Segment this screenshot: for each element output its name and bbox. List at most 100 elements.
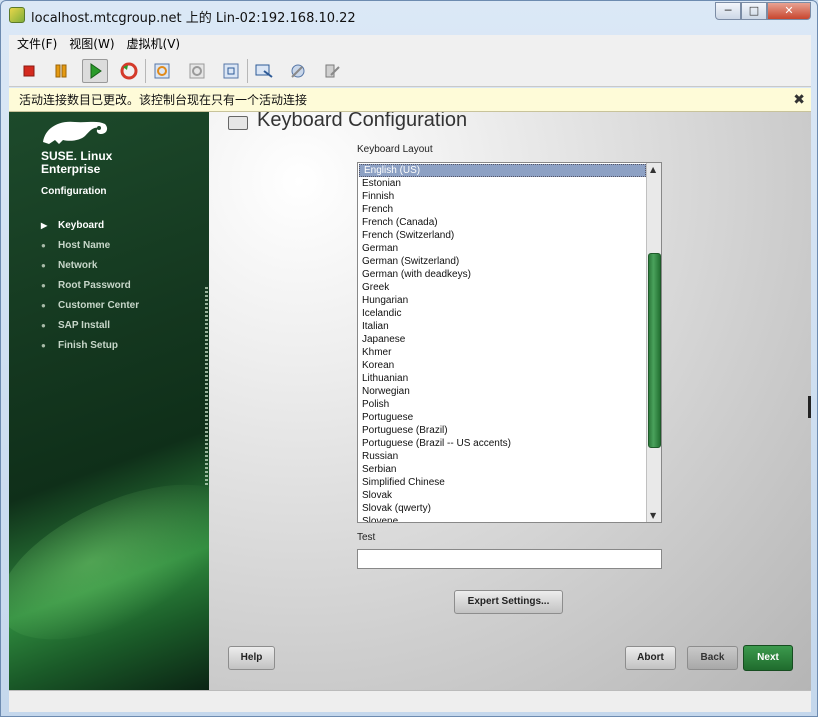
installer-sidebar: SUSE. Linux Enterprise Configuration ▶ Ke… xyxy=(9,112,263,690)
scroll-thumb[interactable] xyxy=(648,253,661,448)
step-bullet-icon: ● xyxy=(41,301,46,310)
layout-option[interactable]: Icelandic xyxy=(358,307,647,320)
layout-option[interactable]: Polish xyxy=(358,398,647,411)
layout-option[interactable]: Hungarian xyxy=(358,294,647,307)
close-button[interactable]: ✕ xyxy=(767,2,811,20)
step-label: Network xyxy=(58,260,98,271)
infobar-message: 活动连接数目已更改。该控制台现在只有一个活动连接 xyxy=(19,93,308,107)
abort-button[interactable]: Abort xyxy=(625,646,676,670)
pause-icon[interactable] xyxy=(51,61,71,81)
vsphere-app-icon xyxy=(9,7,25,23)
layout-option[interactable]: Estonian xyxy=(358,177,647,190)
vm-console-window: localhost.mtcgroup.net 上的 Lin-02:192.168… xyxy=(0,0,818,717)
expert-settings-button[interactable]: Expert Settings... xyxy=(454,590,563,614)
layout-option[interactable]: Korean xyxy=(358,359,647,372)
connection-infobar: 活动连接数目已更改。该控制台现在只有一个活动连接 ✖ xyxy=(9,88,811,112)
step-label: Customer Center xyxy=(58,300,140,311)
snapshot-revert-icon[interactable] xyxy=(187,61,207,81)
back-button[interactable]: Back xyxy=(687,646,738,670)
scroll-down-icon[interactable]: ▼ xyxy=(650,511,656,520)
menu-file[interactable]: 文件(F) xyxy=(17,35,57,55)
layout-option[interactable]: German (Switzerland) xyxy=(358,255,647,268)
layout-option[interactable]: English (US) xyxy=(359,164,646,177)
suse-chameleon-logo xyxy=(43,121,108,144)
suse-brand: SUSE. Linux Enterprise xyxy=(41,150,112,176)
menu-view[interactable]: 视图(W) xyxy=(69,35,114,55)
layout-option[interactable]: Japanese xyxy=(358,333,647,346)
next-button[interactable]: Next xyxy=(743,645,793,671)
layout-option[interactable]: Finnish xyxy=(358,190,647,203)
minimize-button[interactable]: ─ xyxy=(715,2,741,20)
layout-option[interactable]: Slovene xyxy=(358,515,647,522)
layout-option[interactable]: German (with deadkeys) xyxy=(358,268,647,281)
window-controls: ─ □ ✕ xyxy=(715,2,811,20)
layout-option[interactable]: Slovak xyxy=(358,489,647,502)
step-bullet-icon: ● xyxy=(41,341,46,350)
installer-steps: ▶ Keyboard ● Host Name ● Network ● Root Pass… xyxy=(41,216,139,356)
stop-icon[interactable] xyxy=(19,61,39,81)
layout-option[interactable]: French xyxy=(358,203,647,216)
console-icon[interactable] xyxy=(254,61,274,81)
step-root-password: ● Root Password xyxy=(41,276,139,296)
layout-option[interactable]: Norwegian xyxy=(358,385,647,398)
layout-option[interactable]: Simplified Chinese xyxy=(358,476,647,489)
sidebar-resize-handle[interactable] xyxy=(205,287,208,487)
reset-icon[interactable] xyxy=(119,61,139,81)
snapshot-manager-icon[interactable] xyxy=(221,61,241,81)
layout-option[interactable]: Portuguese (Brazil -- US accents) xyxy=(358,437,647,450)
step-label: Keyboard xyxy=(58,220,105,231)
layout-scrollbar[interactable]: ▲ ▼ xyxy=(646,163,661,522)
step-label: Host Name xyxy=(58,240,111,251)
help-button[interactable]: Help xyxy=(228,646,275,670)
keyboard-icon xyxy=(228,116,248,130)
step-host-name: ● Host Name xyxy=(41,236,139,256)
layout-option[interactable]: Portuguese xyxy=(358,411,647,424)
layout-option[interactable]: Italian xyxy=(358,320,647,333)
step-finish-setup: ● Finish Setup xyxy=(41,336,139,356)
step-label: Root Password xyxy=(58,280,131,291)
layout-option[interactable]: Greek xyxy=(358,281,647,294)
snapshot-icon[interactable] xyxy=(152,61,172,81)
test-label: Test xyxy=(357,532,376,543)
step-label: Finish Setup xyxy=(58,340,118,351)
layout-option[interactable]: French (Switzerland) xyxy=(358,229,647,242)
layout-option[interactable]: Khmer xyxy=(358,346,647,359)
layout-items: English (US) Estonian Finnish French French … xyxy=(358,163,647,522)
keyboard-layout-label: Keyboard Layout xyxy=(357,144,433,155)
step-sap-install: ● SAP Install xyxy=(41,316,139,336)
layout-option[interactable]: French (Canada) xyxy=(358,216,647,229)
maximize-button[interactable]: □ xyxy=(741,2,767,20)
layout-option[interactable]: Russian xyxy=(358,450,647,463)
step-customer-center: ● Customer Center xyxy=(41,296,139,316)
toolbar-separator xyxy=(145,59,146,83)
status-bar xyxy=(9,690,811,712)
layout-option[interactable]: Lithuanian xyxy=(358,372,647,385)
layout-option[interactable]: Slovak (qwerty) xyxy=(358,502,647,515)
title-bar[interactable]: localhost.mtcgroup.net 上的 Lin-02:192.168… xyxy=(1,1,817,31)
guest-console[interactable]: SUSE. Linux Enterprise Configuration ▶ Ke… xyxy=(9,112,811,690)
toolbar xyxy=(9,55,811,87)
window-title: localhost.mtcgroup.net 上的 Lin-02:192.168… xyxy=(31,11,356,26)
menu-bar: 文件(F) 视图(W) 虚拟机(V) xyxy=(9,35,811,55)
settings-icon[interactable] xyxy=(288,61,308,81)
test-input[interactable] xyxy=(357,549,662,569)
scroll-up-icon[interactable]: ▲ xyxy=(650,165,656,174)
sidebar-section-title: Configuration xyxy=(41,186,107,197)
menu-vm[interactable]: 虚拟机(V) xyxy=(127,35,181,55)
toolbar-separator xyxy=(247,59,248,83)
step-bullet-icon: ● xyxy=(41,241,46,250)
keyboard-layout-list[interactable]: English (US) Estonian Finnish French French … xyxy=(357,162,662,523)
brand-line-2: Enterprise xyxy=(41,162,101,176)
step-bullet-icon: ● xyxy=(41,281,46,290)
step-bullet-icon: ● xyxy=(41,261,46,270)
layout-option[interactable]: Portuguese (Brazil) xyxy=(358,424,647,437)
layout-option[interactable]: German xyxy=(358,242,647,255)
step-label: SAP Install xyxy=(58,320,111,331)
infobar-close-icon[interactable]: ✖ xyxy=(793,88,805,112)
step-bullet-icon: ● xyxy=(41,321,46,330)
installer-content: Keyboard Configuration Keyboard Layout E… xyxy=(209,112,811,690)
play-icon[interactable] xyxy=(82,59,108,83)
layout-option[interactable]: Serbian xyxy=(358,463,647,476)
step-network: ● Network xyxy=(41,256,139,276)
vm-settings-icon[interactable] xyxy=(322,61,342,81)
